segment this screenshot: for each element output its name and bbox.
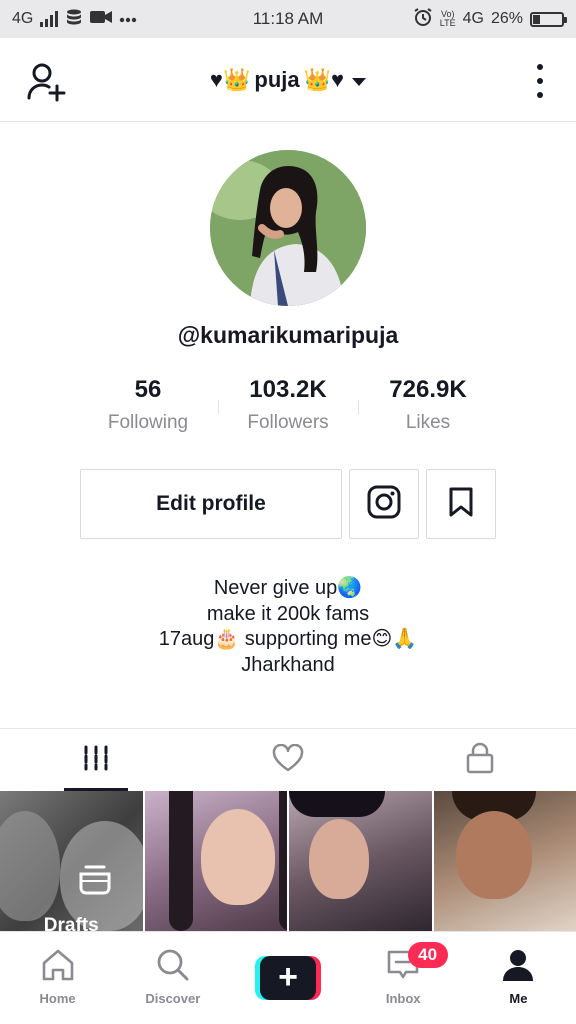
status-bar: 4G 11:18 AM Vo) LTE 4G 26% (0, 0, 576, 38)
home-icon (40, 948, 76, 987)
thumbnail-shape (200, 809, 275, 905)
bio-line: 17aug🎂 supporting me😊🙏 (158, 628, 418, 650)
network-type-right: 4G (462, 10, 484, 27)
profile-icon (501, 948, 535, 987)
stat-following[interactable]: 56 Following (78, 376, 218, 446)
content-tabs (0, 728, 576, 791)
nav-label: Me (509, 991, 528, 1006)
thumbnail-shape (455, 811, 532, 899)
bio-line: Jharkhand (241, 653, 335, 676)
profile-bio: Never give up🌏 make it 200k fams 17aug🎂 … (0, 576, 576, 678)
more-vertical-icon[interactable] (534, 64, 546, 98)
thumbnail-shape (0, 811, 60, 921)
video-thumbnail[interactable] (289, 791, 432, 931)
thumbnail-shape (168, 791, 193, 931)
profile-header: ♥👑 puja 👑♥ (0, 38, 576, 122)
bottom-navigation: Home Discover + 40 Inbox Me (0, 931, 576, 1024)
avatar[interactable] (210, 150, 366, 306)
alarm-icon (413, 7, 433, 32)
plus-icon: + (260, 956, 316, 1000)
title-prefix: ♥👑 (209, 66, 251, 92)
profile-screen: 4G 11:18 AM Vo) LTE 4G 26% ♥👑 puja 👑♥ @k… (0, 0, 576, 1024)
stat-value: 56 (134, 376, 162, 403)
create-button[interactable]: + (255, 956, 321, 1000)
instagram-icon (367, 485, 401, 524)
battery-level (533, 14, 540, 24)
nav-me[interactable]: Me (461, 932, 576, 1024)
thumbnail-shape (289, 791, 385, 817)
stat-likes[interactable]: 726.9K Likes (358, 376, 498, 446)
status-bar-right: Vo) LTE 4G 26% (413, 7, 567, 32)
nav-label: Home (39, 991, 76, 1006)
thumbnail-shape (278, 791, 287, 931)
video-camera-icon (90, 10, 113, 29)
nav-home[interactable]: Home (0, 932, 115, 1024)
favorites-button[interactable] (426, 469, 496, 539)
videos-grid-icon (83, 745, 109, 776)
drafts-label: Drafts (43, 915, 99, 931)
search-icon (156, 948, 190, 987)
title-suffix: 👑♥ (303, 66, 345, 92)
nav-discover[interactable]: Discover (115, 932, 230, 1024)
stat-followers[interactable]: 103.2K Followers (218, 376, 358, 446)
video-thumbnail[interactable] (433, 791, 576, 931)
volte-label-bottom: LTE (439, 18, 456, 28)
username-title: puja (254, 66, 300, 92)
edit-profile-button[interactable]: Edit profile (80, 469, 342, 539)
heart-icon (272, 743, 304, 777)
more-notifications-icon (119, 10, 137, 28)
status-bar-left: 4G (12, 9, 137, 30)
storage-icon (65, 9, 83, 30)
thumbnail-shape (309, 819, 369, 899)
account-switcher[interactable]: ♥👑 puja 👑♥ (209, 66, 367, 93)
stat-label: Followers (247, 412, 329, 433)
lock-icon (466, 742, 494, 779)
nav-create[interactable]: + (230, 932, 345, 1024)
profile-stats: 56 Following 103.2K Followers 726.9K Lik… (78, 376, 498, 446)
bio-line: Never give up🌏 (213, 577, 363, 599)
video-grid: Drafts (0, 791, 576, 931)
stat-value: 726.9K (389, 376, 467, 403)
stat-label: Following (107, 412, 189, 433)
add-user-icon[interactable] (26, 62, 68, 102)
bookmark-icon (448, 487, 474, 522)
nav-label: Discover (145, 991, 201, 1006)
stat-value: 103.2K (249, 376, 327, 403)
tab-liked[interactable] (192, 729, 384, 791)
volte-icon: Vo) LTE (440, 10, 456, 28)
stat-label: Likes (405, 412, 451, 433)
profile-handle: @kumarikumaripuja (177, 322, 399, 348)
instagram-button[interactable] (349, 469, 419, 539)
battery-percent: 26% (490, 10, 523, 27)
video-thumbnail[interactable] (144, 791, 287, 931)
bio-line: make it 200k fams (206, 602, 370, 625)
battery-icon (530, 11, 567, 27)
drafts-icon (78, 865, 112, 900)
tab-private[interactable] (384, 729, 576, 791)
signal-icon (40, 11, 59, 27)
inbox-badge: 40 (407, 942, 448, 968)
nav-inbox[interactable]: 40 Inbox (346, 932, 461, 1024)
nav-label: Inbox (385, 991, 421, 1006)
chevron-down-icon (352, 77, 367, 86)
tab-videos[interactable] (0, 729, 192, 791)
drafts-tile[interactable]: Drafts (0, 791, 143, 931)
network-type-left: 4G (12, 10, 34, 27)
